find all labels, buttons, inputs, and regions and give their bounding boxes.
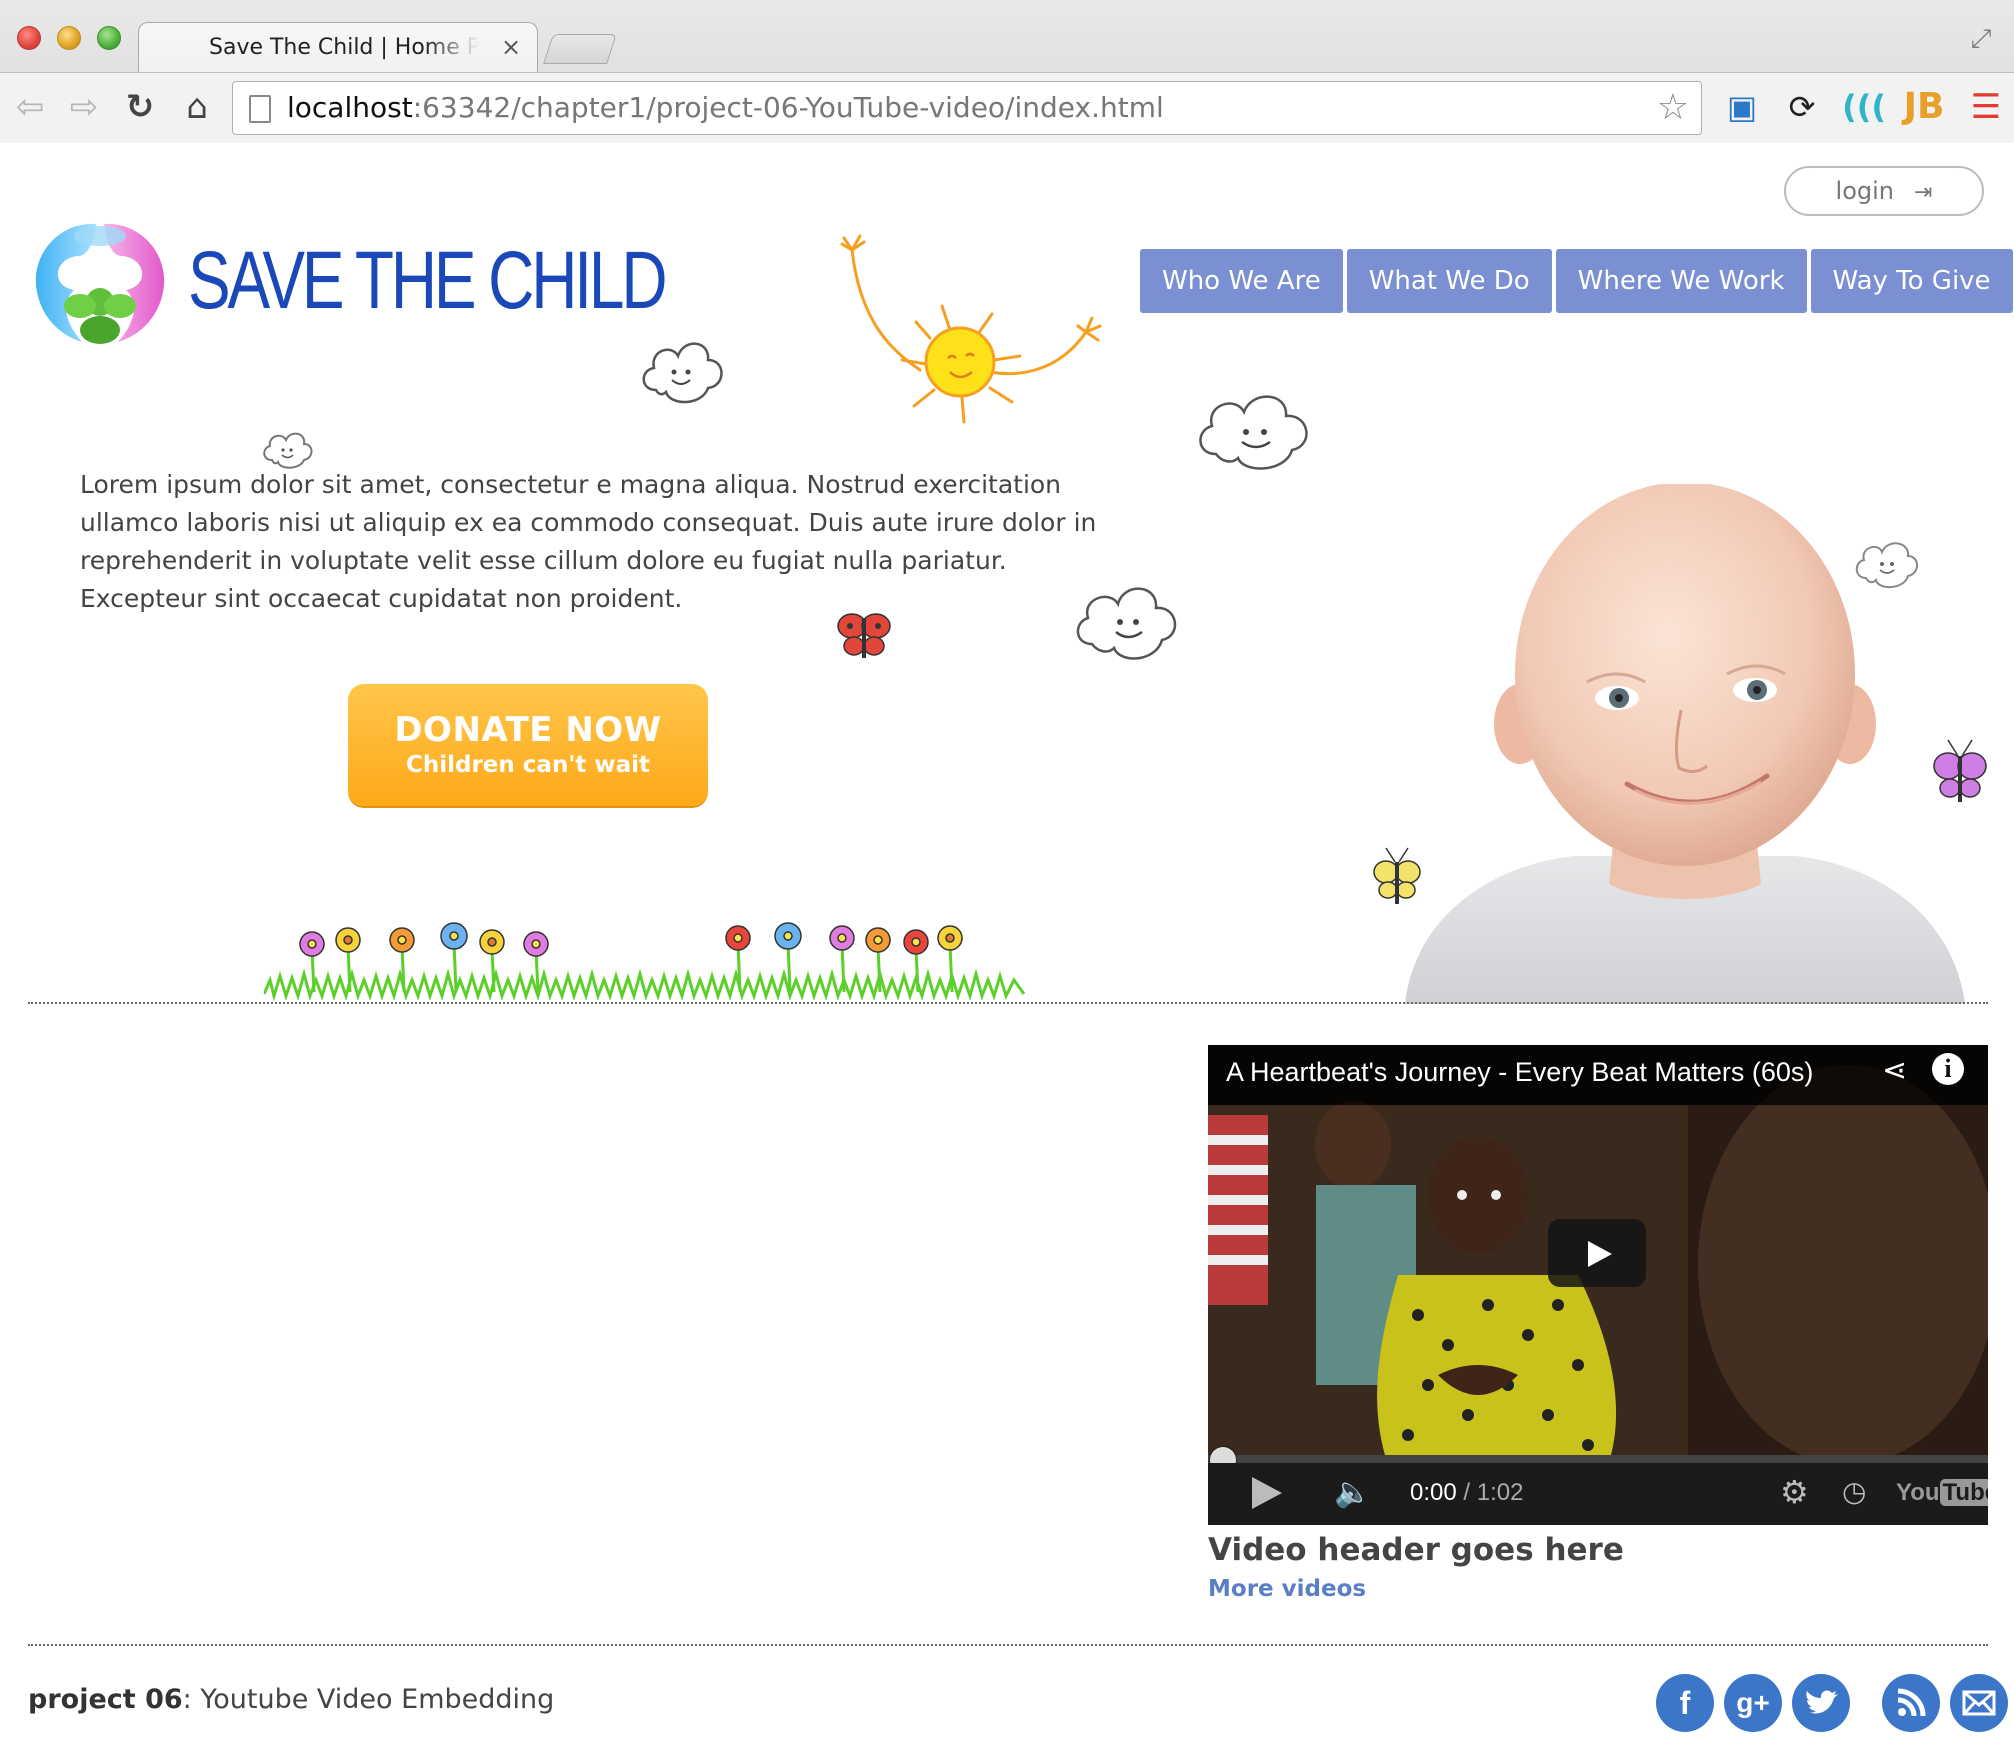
share-icon[interactable]: ⋖ [1882,1053,1907,1088]
time-current: 0:00 [1410,1479,1457,1506]
forward-arrow-icon[interactable]: ⇨ [62,85,106,129]
control-play-icon[interactable] [1252,1477,1282,1509]
footer-text: project 06: Youtube Video Embedding [28,1684,554,1715]
watch-later-icon[interactable]: ◷ [1842,1475,1866,1508]
nav-way-to-give[interactable]: Way To Give [1810,249,2013,313]
zoom-window-button[interactable] [97,26,121,50]
section-divider [28,1002,1988,1004]
play-icon [1588,1241,1612,1267]
main-nav: Who We Are What We Do Where We Work Way … [1140,249,2013,313]
nav-where-we-work[interactable]: Where We Work [1555,249,1807,313]
minimize-window-button[interactable] [57,26,81,50]
small-cloud-doodle-icon [263,432,313,469]
page-content: login ⇥ SAVE THE CHILD Who We Are What We… [0,144,2014,1744]
login-button[interactable]: login ⇥ [1784,166,1984,216]
browser-toolbar: ⇦ ⇨ ↻ ⌂ localhost:63342/chapter1/project… [0,72,2014,143]
video-title[interactable]: A Heartbeat's Journey - Every Beat Matte… [1226,1057,1813,1088]
info-icon[interactable]: i [1932,1053,1964,1085]
login-icon: ⇥ [1914,180,1933,205]
google-plus-icon[interactable]: g+ [1724,1674,1782,1732]
player-controls: 🔈 0:00 / 1:02 ⚙ ◷ YouTube [1208,1463,1988,1525]
progress-bar[interactable] [1208,1455,1988,1463]
livereload-extension-icon[interactable]: ((( [1842,85,1886,129]
cloud-doodle-icon-2 [1199,395,1308,470]
youtube-logo-tube: Tube [1939,1479,1988,1506]
child-photo [1405,484,1965,1004]
donate-subtitle: Children can't wait [405,752,651,778]
video-header: Video header goes here [1208,1532,1624,1568]
url-path: :63342/chapter1/project-06-YouTube-video… [412,91,1164,124]
cloud-doodle-icon [642,342,723,404]
volume-icon[interactable]: 🔈 [1334,1475,1371,1510]
tab-active[interactable]: Save The Child | Home Page × [138,22,538,74]
youtube-logo-you: You [1896,1479,1940,1506]
twitter-icon[interactable] [1792,1674,1850,1732]
url-host: localhost [287,91,413,124]
youtube-player[interactable]: A Heartbeat's Journey - Every Beat Matte… [1208,1045,1988,1525]
time-total: / 1:02 [1456,1479,1524,1506]
sun-doodle-icon [840,234,1102,424]
social-links: f g+ [1656,1674,2008,1732]
nav-what-we-do[interactable]: What We Do [1346,249,1552,313]
footer-project-desc: : Youtube Video Embedding [182,1684,555,1715]
rss-icon[interactable] [1882,1674,1940,1732]
fullscreen-icon[interactable]: ⤢ [1966,24,1996,54]
logo[interactable]: SAVE THE CHILD [30,212,668,352]
tab-strip: Save The Child | Home Page × ⤢ [0,0,2014,74]
home-icon[interactable]: ⌂ [175,85,219,129]
address-bar[interactable]: localhost:63342/chapter1/project-06-YouT… [232,81,1702,135]
intro-paragraph: Lorem ipsum dolor sit amet, consectetur … [80,470,1097,613]
donate-title: DONATE NOW [394,710,662,750]
page-icon [249,95,271,123]
url-text[interactable]: localhost:63342/chapter1/project-06-YouT… [287,91,1164,124]
footer-project-label: project 06 [28,1684,183,1715]
close-window-button[interactable] [17,26,41,50]
tab-title: Save The Child | Home Page [209,35,479,60]
login-label: login [1835,177,1895,205]
flowers-grass-doodle-icon [264,922,1026,1002]
window-lock-extension-icon[interactable]: ▣ [1720,85,1764,129]
settings-gear-icon[interactable]: ⚙ [1780,1473,1809,1511]
email-icon[interactable] [1950,1674,2008,1732]
logo-mark-icon [35,223,165,344]
time-display: 0:00 / 1:02 [1410,1479,1523,1507]
more-videos-link[interactable]: More videos [1208,1576,1366,1602]
sync-extension-icon[interactable]: ⟳ [1780,85,1824,129]
play-button[interactable] [1548,1219,1646,1287]
jetbrains-extension-icon[interactable]: JB [1902,85,1946,129]
youtube-logo[interactable]: YouTube [1896,1479,1988,1507]
reload-icon[interactable]: ↻ [118,85,162,129]
back-arrow-icon[interactable]: ⇦ [8,85,52,129]
logo-text: SAVE THE CHILD [188,235,668,326]
hamburger-menu-icon[interactable]: ☰ [1964,85,2008,129]
bookmark-star-icon[interactable]: ☆ [1657,88,1689,128]
social-gap [1860,1674,1872,1732]
new-tab-button[interactable] [543,34,617,64]
nav-who-we-are[interactable]: Who We Are [1140,249,1343,313]
facebook-icon[interactable]: f [1656,1674,1714,1732]
footer-divider [28,1644,1988,1646]
browser-chrome: Save The Child | Home Page × ⤢ ⇦ ⇨ ↻ ⌂ l… [0,0,2014,143]
tab-close-icon[interactable]: × [501,33,521,61]
donate-button[interactable]: DONATE NOW Children can't wait [348,684,708,806]
